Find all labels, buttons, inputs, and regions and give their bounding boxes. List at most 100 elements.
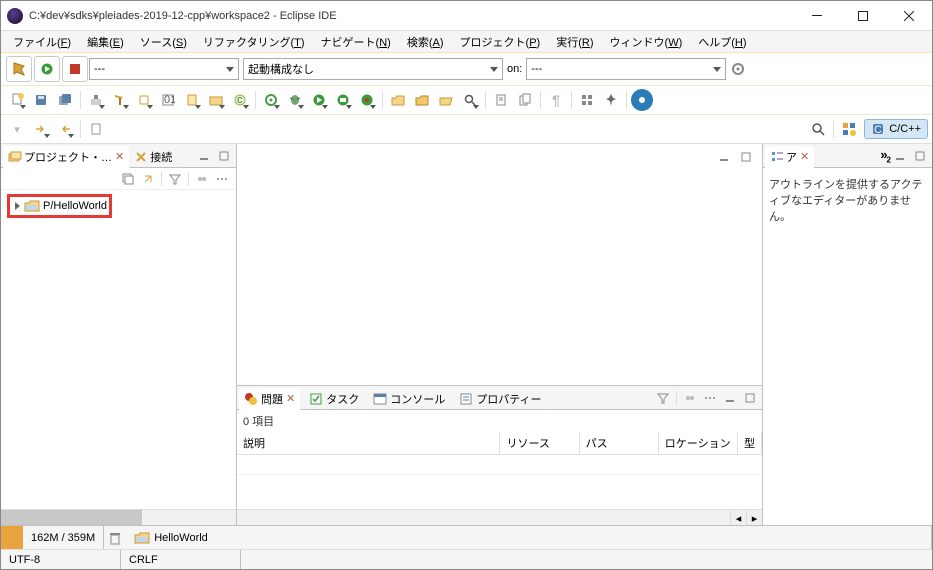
- binary-button[interactable]: 010: [157, 89, 179, 111]
- grid-button[interactable]: [576, 89, 598, 111]
- maximize-view-icon[interactable]: [741, 389, 759, 407]
- close-icon[interactable]: ✕: [115, 150, 124, 163]
- launch-target-select[interactable]: ---: [526, 58, 726, 80]
- build-all-button[interactable]: [85, 89, 107, 111]
- col-resource[interactable]: リソース: [500, 432, 579, 455]
- close-icon[interactable]: ✕: [800, 150, 809, 163]
- editor-maximize-icon[interactable]: [737, 148, 755, 166]
- maximize-view-icon[interactable]: [911, 147, 929, 165]
- next-button[interactable]: [30, 118, 52, 140]
- focus-icon[interactable]: [193, 170, 211, 188]
- gc-button[interactable]: [104, 526, 126, 549]
- project-tree[interactable]: P/HelloWorld: [1, 190, 236, 509]
- minimize-view-icon[interactable]: [721, 389, 739, 407]
- perspective-cpp[interactable]: C C/C++: [864, 119, 928, 139]
- stop-button[interactable]: [62, 56, 88, 82]
- col-type[interactable]: 型: [738, 432, 762, 455]
- open-type-button[interactable]: [435, 89, 457, 111]
- close-button[interactable]: [886, 1, 932, 31]
- hammer-button[interactable]: [109, 89, 131, 111]
- new-button[interactable]: [6, 89, 28, 111]
- collapse-all-icon[interactable]: [119, 170, 137, 188]
- view-menu-icon[interactable]: [701, 389, 719, 407]
- maximize-button[interactable]: [840, 1, 886, 31]
- save-all-button[interactable]: [54, 89, 76, 111]
- bottom-horizontal-scrollbar[interactable]: ◂ ▸: [237, 509, 762, 525]
- close-icon[interactable]: ✕: [286, 392, 295, 405]
- toolbar-nav: ▾ C C/C++: [1, 114, 932, 143]
- minimize-button[interactable]: [794, 1, 840, 31]
- left-horizontal-scrollbar[interactable]: [1, 509, 236, 525]
- pin-button[interactable]: [600, 89, 622, 111]
- debug-button[interactable]: [284, 89, 306, 111]
- scroll-right-icon[interactable]: ▸: [746, 510, 762, 526]
- focus-icon[interactable]: [681, 389, 699, 407]
- menu-source[interactable]: ソース(S): [132, 32, 195, 52]
- menu-run[interactable]: 実行(R): [548, 32, 601, 52]
- folder-c-button[interactable]: [205, 89, 227, 111]
- status-bar: 162M / 359M HelloWorld: [1, 525, 932, 549]
- target-button[interactable]: [260, 89, 282, 111]
- wizard-button[interactable]: [181, 89, 203, 111]
- open-perspective-button[interactable]: [838, 118, 860, 140]
- tree-item-helloworld[interactable]: P/HelloWorld: [7, 194, 112, 218]
- overflow-indicator[interactable]: »2: [880, 147, 890, 165]
- tab-project-explorer[interactable]: プロジェクト・… ✕: [3, 146, 129, 168]
- col-path[interactable]: パス: [579, 432, 658, 455]
- menu-refactor[interactable]: リファクタリング(T): [195, 32, 313, 52]
- menu-file[interactable]: ファイル(F): [5, 32, 79, 52]
- link-button[interactable]: [85, 118, 107, 140]
- tab-console[interactable]: コンソール: [368, 388, 450, 410]
- paragraph-button[interactable]: ¶: [545, 89, 567, 111]
- settings-button[interactable]: [631, 89, 653, 111]
- right-panel: ア ✕ »2 アウトラインを提供するアクティブなエディターがありません。: [762, 144, 932, 525]
- c-file-button[interactable]: c: [229, 89, 251, 111]
- open-folder-button[interactable]: [411, 89, 433, 111]
- run-toolbar-button[interactable]: [308, 89, 330, 111]
- col-location[interactable]: ロケーション: [658, 432, 737, 455]
- launch-config-select-1[interactable]: ---: [89, 58, 239, 80]
- menu-edit[interactable]: 編集(E): [79, 32, 132, 52]
- line-ending-status[interactable]: CRLF: [121, 550, 241, 569]
- launch-config-select-2[interactable]: 起動構成なし: [243, 58, 503, 80]
- menu-window[interactable]: ウィンドウ(W): [602, 32, 691, 52]
- maximize-view-icon[interactable]: [215, 147, 233, 165]
- menu-search[interactable]: 検索(A): [399, 32, 452, 52]
- menu-help[interactable]: ヘルプ(H): [690, 32, 754, 52]
- task-button[interactable]: [490, 89, 512, 111]
- tab-outline[interactable]: ア ✕: [765, 146, 814, 168]
- breadcrumb[interactable]: HelloWorld: [126, 526, 932, 549]
- scroll-left-icon[interactable]: ◂: [730, 510, 746, 526]
- editor-area: [237, 144, 762, 385]
- view-menu-icon[interactable]: [213, 170, 231, 188]
- encoding-status[interactable]: UTF-8: [1, 550, 121, 569]
- minimize-view-icon[interactable]: [891, 147, 909, 165]
- search-icon[interactable]: [807, 118, 829, 140]
- open-project-button[interactable]: [387, 89, 409, 111]
- editor-minimize-icon[interactable]: [715, 148, 733, 166]
- menu-navigate[interactable]: ナビゲート(N): [313, 32, 399, 52]
- tab-problems[interactable]: 問題 ✕: [239, 388, 300, 410]
- col-description[interactable]: 説明: [237, 432, 500, 455]
- tab-connections[interactable]: 接続: [129, 146, 177, 168]
- minimize-view-icon[interactable]: [195, 147, 213, 165]
- filter-icon[interactable]: [654, 389, 672, 407]
- tab-properties[interactable]: プロパティー: [454, 388, 546, 410]
- run-button[interactable]: [34, 56, 60, 82]
- profile-button[interactable]: [356, 89, 378, 111]
- coverage-button[interactable]: [332, 89, 354, 111]
- toolchain-button[interactable]: [133, 89, 155, 111]
- expand-icon[interactable]: [12, 201, 22, 211]
- launch-config-gear-icon[interactable]: [727, 58, 749, 80]
- back-dropdown-button[interactable]: ▾: [6, 118, 28, 140]
- copy-button[interactable]: [514, 89, 536, 111]
- search-toolbar-button[interactable]: [459, 89, 481, 111]
- tab-tasks[interactable]: タスク: [304, 388, 364, 410]
- link-editor-icon[interactable]: [139, 170, 157, 188]
- prev-button[interactable]: [54, 118, 76, 140]
- menu-project[interactable]: プロジェクト(P): [452, 32, 549, 52]
- problems-table[interactable]: 説明 リソース パス ロケーション 型: [237, 432, 762, 509]
- save-button[interactable]: [30, 89, 52, 111]
- filter-icon[interactable]: [166, 170, 184, 188]
- build-button[interactable]: [6, 56, 32, 82]
